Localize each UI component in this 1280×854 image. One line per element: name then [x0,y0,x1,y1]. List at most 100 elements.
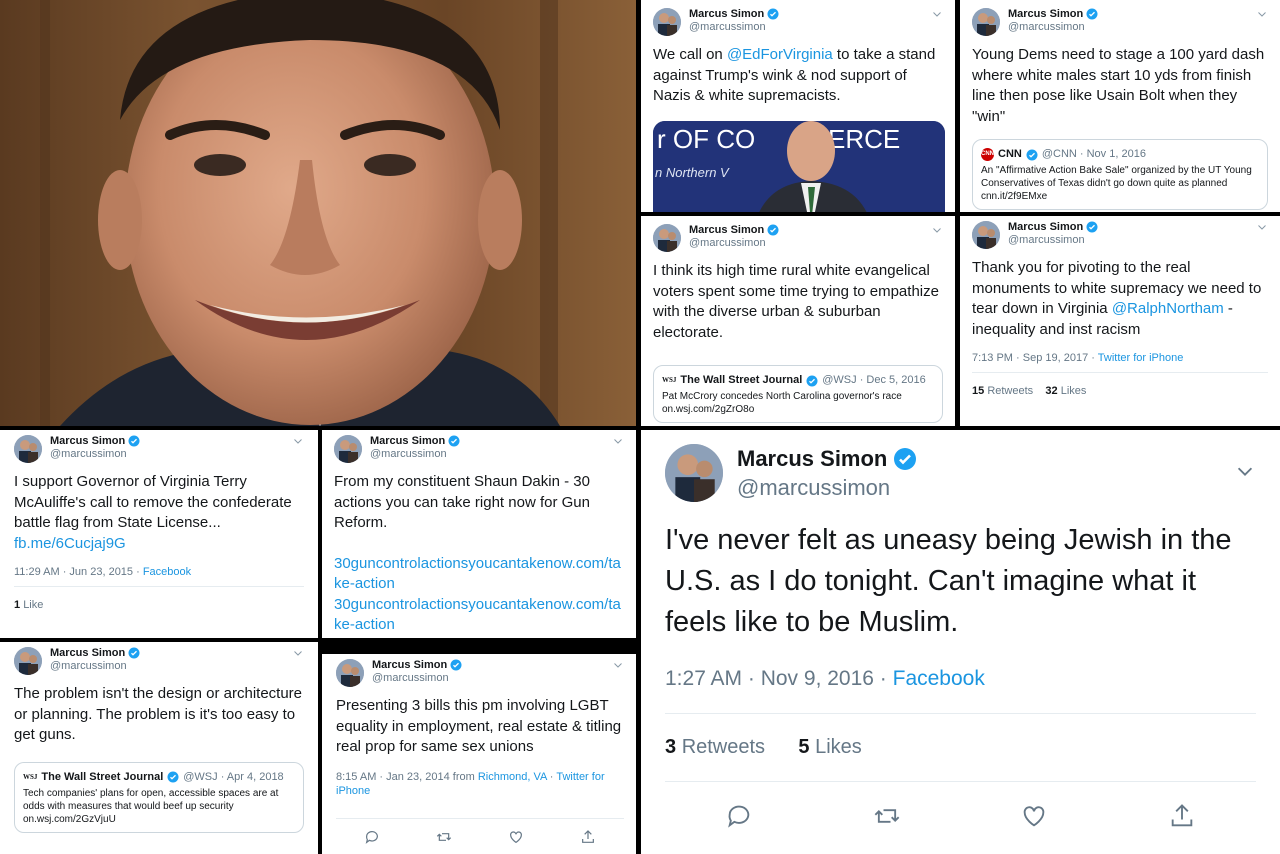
handle[interactable]: @marcussimon [689,237,779,250]
avatar[interactable] [334,435,362,463]
quoted-display-name[interactable]: The Wall Street Journal [680,374,802,387]
like-count[interactable]: 1 Like [14,599,43,611]
quoted-tweet[interactable]: WSJ The Wall Street Journal @WSJ · Apr 4… [14,761,304,833]
retweet-count[interactable]: 3 Retweets [665,736,765,758]
display-name[interactable]: Marcus Simon [689,224,764,237]
chevron-down-icon[interactable] [612,435,624,447]
tweet-card-monuments[interactable]: Marcus Simon @marcussimon Thank you for … [960,216,1280,426]
tweet-text: From my constituent Shaun Dakin - 30 act… [334,473,590,531]
chevron-down-icon[interactable] [931,224,943,236]
chevron-down-icon[interactable] [292,647,304,659]
tweet-source-link[interactable]: Twitter for iPhone [1098,352,1184,364]
avatar[interactable] [972,8,1000,36]
tweet-card-gun-reform[interactable]: Marcus Simon @marcussimon From my consti… [322,430,636,638]
tweet-card-guns-problem[interactable]: Marcus Simon @marcussimon The problem is… [0,642,318,854]
chevron-down-icon[interactable] [612,659,624,671]
cnn-logo: CNN [981,148,994,161]
handle[interactable]: @marcussimon [50,448,140,461]
chevron-down-icon[interactable] [1234,460,1256,482]
tweet-stats: 15 Retweets 32 Likes [972,372,1268,397]
chevron-down-icon[interactable] [292,435,304,447]
mention-link[interactable]: @RalphNortham [1112,300,1224,317]
avatar[interactable] [653,224,681,252]
mention-link[interactable]: @EdForVirginia [727,46,833,63]
display-name[interactable]: Marcus Simon [50,435,125,448]
tweet-actions [336,817,624,845]
tweet-source-link[interactable]: Facebook [143,566,191,578]
tweet-card-lgbt-bills[interactable]: Marcus Simon @marcussimon Presenting 3 b… [322,654,636,854]
reply-icon[interactable] [725,802,753,830]
tweet-text: I've never felt as uneasy being Jewish i… [665,524,1232,638]
like-icon[interactable] [1020,802,1048,830]
display-name[interactable]: Marcus Simon [1008,8,1083,21]
tweet-source-link[interactable]: Facebook [893,667,985,690]
retweet-count[interactable]: 15 Retweets [972,385,1033,397]
handle[interactable]: @marcussimon [50,660,140,673]
avatar[interactable] [336,659,364,687]
like-count[interactable]: 5 Likes [798,736,861,758]
tweet-header: Marcus Simon @marcussimon [653,224,943,252]
display-name[interactable]: Marcus Simon [370,435,445,448]
handle[interactable]: @marcussimon [689,21,779,34]
tweet-header: Marcus Simon @marcussimon [336,659,624,687]
avatar[interactable] [972,221,1000,249]
tweet-link[interactable]: fb.me/6Cucjaj9G [14,535,126,552]
tweet-card-confederate-flag[interactable]: Marcus Simon @marcussimon I support Gove… [0,430,318,638]
image-caption-left: r OF CO [657,124,755,154]
quoted-display-name[interactable]: The Wall Street Journal [41,771,163,784]
chevron-down-icon[interactable] [931,8,943,20]
tweet-link[interactable]: 30guncontrolactionsyoucantakenow.com/tak… [334,554,624,595]
retweet-icon[interactable] [436,829,452,845]
avatar[interactable] [653,8,681,36]
chevron-down-icon[interactable] [1256,221,1268,233]
tweet-actions [665,802,1256,830]
tweet-text: Thank you for pivoting to the real monum… [972,259,1262,338]
tweet-timestamp: 11:29 AM · Jun 23, 2015 · Facebook [14,566,192,578]
verified-badge-icon [1086,8,1098,20]
chevron-down-icon[interactable] [1256,8,1268,20]
tweet-card-jewish-uneasy[interactable]: Marcus Simon @marcussimon I've never fel… [641,430,1280,854]
like-count[interactable]: 32 Likes [1045,385,1086,397]
quoted-tweet[interactable]: CNN CNN @CNN · Nov 1, 2016 An "Affirmati… [972,139,1268,210]
tweet-card-young-dems[interactable]: Marcus Simon @marcussimon Young Dems nee… [960,0,1280,212]
handle[interactable]: @marcussimon [1008,21,1098,34]
tweet-header: Marcus Simon @marcussimon [972,221,1268,249]
tweet-link[interactable]: 30guncontrolactionsyoucantakenow.com/tak… [334,595,624,636]
tweet-header: Marcus Simon @marcussimon [665,444,1256,502]
display-name[interactable]: Marcus Simon [50,647,125,660]
quoted-tweet[interactable]: WSJ The Wall Street Journal @WSJ · Dec 5… [653,365,943,423]
verified-badge-icon [128,435,140,447]
tweet-card-rural-voters[interactable]: Marcus Simon @marcussimon I think its hi… [641,216,955,426]
handle[interactable]: @marcussimon [372,672,462,685]
handle[interactable]: @marcussimon [1008,234,1098,247]
share-icon[interactable] [580,829,596,845]
tweet-card-edforvirginia[interactable]: Marcus Simon @marcussimon We call on @Ed… [641,0,955,212]
image-caption-right: ERCE [828,124,900,154]
avatar[interactable] [14,435,42,463]
tweet-text: Presenting 3 bills this pm involving LGB… [336,697,622,755]
display-name[interactable]: Marcus Simon [1008,221,1083,234]
like-icon[interactable] [508,829,524,845]
handle[interactable]: @marcussimon [370,448,460,461]
display-name[interactable]: Marcus Simon [689,8,764,21]
quoted-display-name[interactable]: CNN [998,148,1022,161]
retweet-icon[interactable] [873,802,901,830]
display-name[interactable]: Marcus Simon [737,446,887,471]
quoted-handle-date: @CNN · Nov 1, 2016 [1041,148,1146,160]
avatar[interactable] [14,647,42,675]
share-icon[interactable] [1168,802,1196,830]
tweet-text: I think its high time rural white evange… [653,262,939,341]
display-name[interactable]: Marcus Simon [372,659,447,672]
avatar[interactable] [665,444,723,502]
verified-badge-icon [894,447,917,470]
tweet-text: The problem isn't the design or architec… [14,685,303,743]
portrait-photo [0,0,636,426]
wsj-logo: WSJ [23,772,38,781]
tweet-text: We call on @EdForVirginia to take a stan… [653,46,936,104]
tweet-location-link[interactable]: Richmond, VA [478,771,547,783]
reply-icon[interactable] [364,829,380,845]
tweet-text: Young Dems need to stage a 100 yard dash… [972,46,1265,125]
handle[interactable]: @marcussimon [737,475,917,500]
quoted-text: Tech companies' plans for open, accessib… [23,787,279,825]
tweet-media-image[interactable]: r OF CO ERCE n Northern V [653,120,945,212]
